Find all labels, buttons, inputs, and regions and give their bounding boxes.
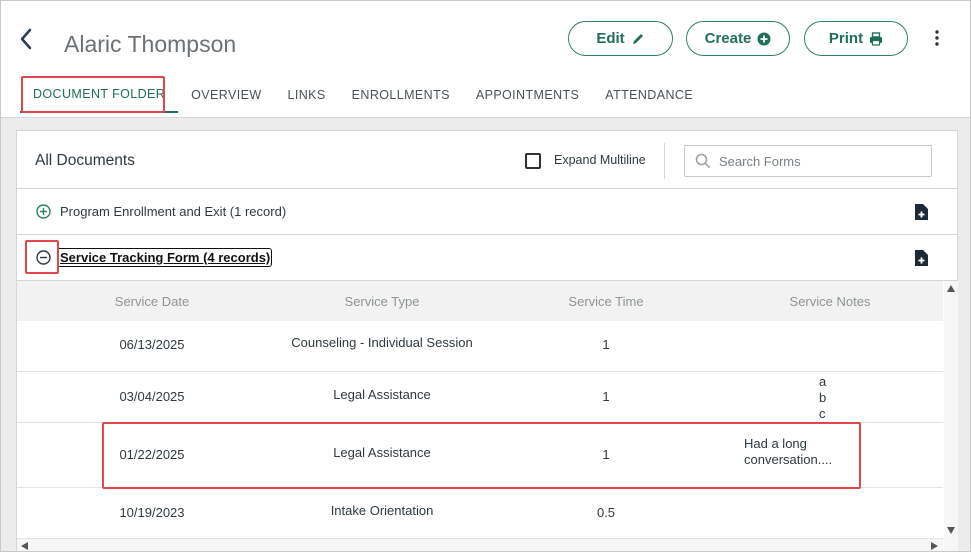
section-service-tracking-label[interactable]: Service Tracking Form (4 records) (60, 250, 270, 265)
section-program-enrollment-label[interactable]: Program Enrollment and Exit (1 record) (60, 204, 286, 219)
search-forms-input[interactable] (719, 153, 919, 169)
edit-button-label: Edit (596, 30, 625, 47)
cell-service-time: 1 (602, 447, 610, 462)
app-window: Alaric Thompson Edit Create Print DOCUME… (0, 0, 971, 552)
column-header-service-date[interactable]: Service Date (77, 294, 227, 309)
table-row[interactable]: 03/04/2025 Legal Assistance 1 a b c (17, 372, 943, 423)
expand-multiline-label[interactable]: Expand Multiline (554, 153, 646, 167)
plus-circle-icon (757, 32, 771, 45)
minus-circle-outline-icon[interactable] (36, 250, 51, 265)
cell-service-date: 10/19/2023 (119, 505, 185, 520)
column-header-service-type[interactable]: Service Type (282, 294, 482, 309)
column-header-service-notes[interactable]: Service Notes (755, 294, 905, 309)
cell-service-date: 03/04/2025 (119, 389, 185, 404)
search-icon (695, 153, 711, 169)
cell-service-type: Counseling - Individual Session (291, 335, 473, 350)
table-row[interactable]: 10/19/2023 Intake Orientation 0.5 (17, 488, 943, 539)
scroll-right-icon[interactable] (931, 542, 938, 550)
print-button-label: Print (828, 30, 864, 47)
cell-service-time: 1 (602, 337, 610, 352)
create-button-label: Create (704, 30, 752, 47)
pencil-icon (632, 33, 643, 44)
add-document-icon[interactable] (914, 203, 929, 221)
panel-header: All Documents Expand Multiline (17, 131, 957, 189)
scroll-down-icon[interactable] (947, 527, 955, 534)
print-button[interactable]: Print (804, 21, 908, 56)
search-box (684, 145, 932, 177)
tab-enrollments[interactable]: ENROLLMENTS (339, 77, 463, 113)
header-divider (664, 143, 665, 179)
tab-document-folder[interactable]: DOCUMENT FOLDER (20, 77, 179, 113)
create-button[interactable]: Create (686, 21, 790, 56)
column-header-service-time[interactable]: Service Time (531, 294, 681, 309)
cell-service-type: Legal Assistance (333, 387, 431, 402)
table-header: Service Date Service Type Service Time S… (17, 281, 943, 321)
tab-links[interactable]: LINKS (275, 77, 339, 113)
printer-icon (870, 31, 883, 46)
tab-bar: DOCUMENT FOLDER OVERVIEW LINKS ENROLLMEN… (20, 77, 706, 117)
cell-service-time: 0.5 (596, 505, 616, 520)
kebab-menu-icon[interactable] (929, 29, 945, 47)
tab-attendance[interactable]: ATTENDANCE (592, 77, 706, 113)
scroll-up-icon[interactable] (947, 285, 955, 292)
tab-appointments[interactable]: APPOINTMENTS (463, 77, 592, 113)
cell-service-notes: a b c (819, 374, 827, 421)
cell-service-type: Intake Orientation (330, 503, 434, 518)
horizontal-scrollbar[interactable] (17, 539, 943, 551)
plus-circle-outline-icon[interactable] (36, 204, 51, 219)
scroll-left-icon[interactable] (21, 542, 28, 550)
section-program-enrollment[interactable]: Program Enrollment and Exit (1 record) (17, 189, 957, 235)
cell-service-notes: Had a long conversation.... (744, 436, 833, 467)
cell-service-date: 06/13/2025 (119, 337, 185, 352)
add-document-icon[interactable] (914, 249, 929, 267)
cell-service-date: 01/22/2025 (119, 447, 185, 462)
section-service-tracking[interactable]: Service Tracking Form (4 records) (17, 235, 957, 281)
page-title: Alaric Thompson (64, 31, 237, 57)
table-row[interactable]: 06/13/2025 Counseling - Individual Sessi… (17, 321, 943, 372)
expand-multiline-checkbox[interactable] (525, 153, 541, 169)
back-arrow-icon[interactable] (17, 27, 37, 51)
edit-button[interactable]: Edit (568, 21, 673, 56)
documents-panel: All Documents Expand Multiline Program E… (16, 130, 958, 551)
table-row[interactable]: 01/22/2025 Legal Assistance 1 Had a long… (17, 423, 943, 488)
tab-overview[interactable]: OVERVIEW (178, 77, 274, 113)
cell-service-time: 1 (602, 389, 610, 404)
vertical-scrollbar[interactable] (944, 281, 958, 551)
panel-title: All Documents (35, 152, 135, 169)
cell-service-type: Legal Assistance (333, 445, 431, 460)
